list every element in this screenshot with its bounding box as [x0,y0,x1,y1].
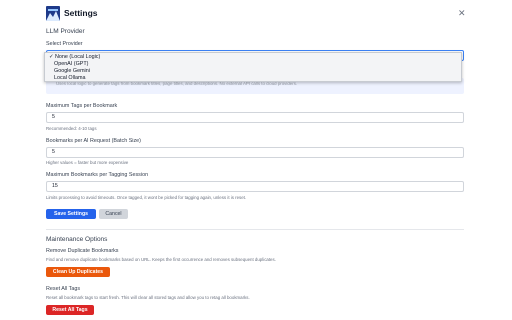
checkmark-icon: ✓ [49,54,54,60]
provider-option-label: None (Local Logic) [55,54,101,60]
provider-dropdown: ✓ None (Local Logic) OpenAI (GPT) Google… [44,52,462,82]
batch-size-hint: Higher values = faster but more expensiv… [46,160,129,165]
max-session-input[interactable]: 15 [46,181,464,192]
max-tags-label: Maximum Tags per Bookmark [46,103,118,109]
save-settings-button[interactable]: Save Settings [46,209,96,219]
provider-option-ollama[interactable]: Local Ollama [54,75,85,81]
reset-title: Reset All Tags [46,286,81,292]
max-tags-hint: Recommended: 4-10 tags [46,126,97,131]
close-icon[interactable]: ✕ [458,8,466,19]
clean-duplicates-button[interactable]: Clean Up Duplicates [46,267,110,277]
provider-option-gemini[interactable]: Google Gemini [54,68,90,74]
llm-section-title: LLM Provider [46,28,85,35]
reset-description: Reset all bookmark tags to start fresh. … [46,295,250,300]
dup-description: Find and remove duplicate bookmarks base… [46,257,276,262]
app-logo [46,6,60,21]
reset-tags-button[interactable]: Reset All Tags [46,305,94,315]
page-title: Settings [64,8,98,18]
batch-size-input[interactable]: 5 [46,147,464,158]
max-session-hint: Limits processing to avoid timeouts. Onc… [46,195,247,200]
max-tags-input[interactable]: 5 [46,112,464,123]
provider-option-openai[interactable]: OpenAI (GPT) [54,61,88,67]
batch-size-label: Bookmarks per AI Request (Batch Size) [46,138,141,144]
cancel-button[interactable]: Cancel [99,209,128,219]
max-session-label: Maximum Bookmarks per Tagging Session [46,172,149,178]
maintenance-section-title: Maintenance Options [46,236,108,243]
divider [46,229,464,230]
dup-title: Remove Duplicate Bookmarks [46,248,119,254]
provider-label: Select Provider [46,41,83,47]
provider-option-none[interactable]: ✓ None (Local Logic) [49,54,100,60]
